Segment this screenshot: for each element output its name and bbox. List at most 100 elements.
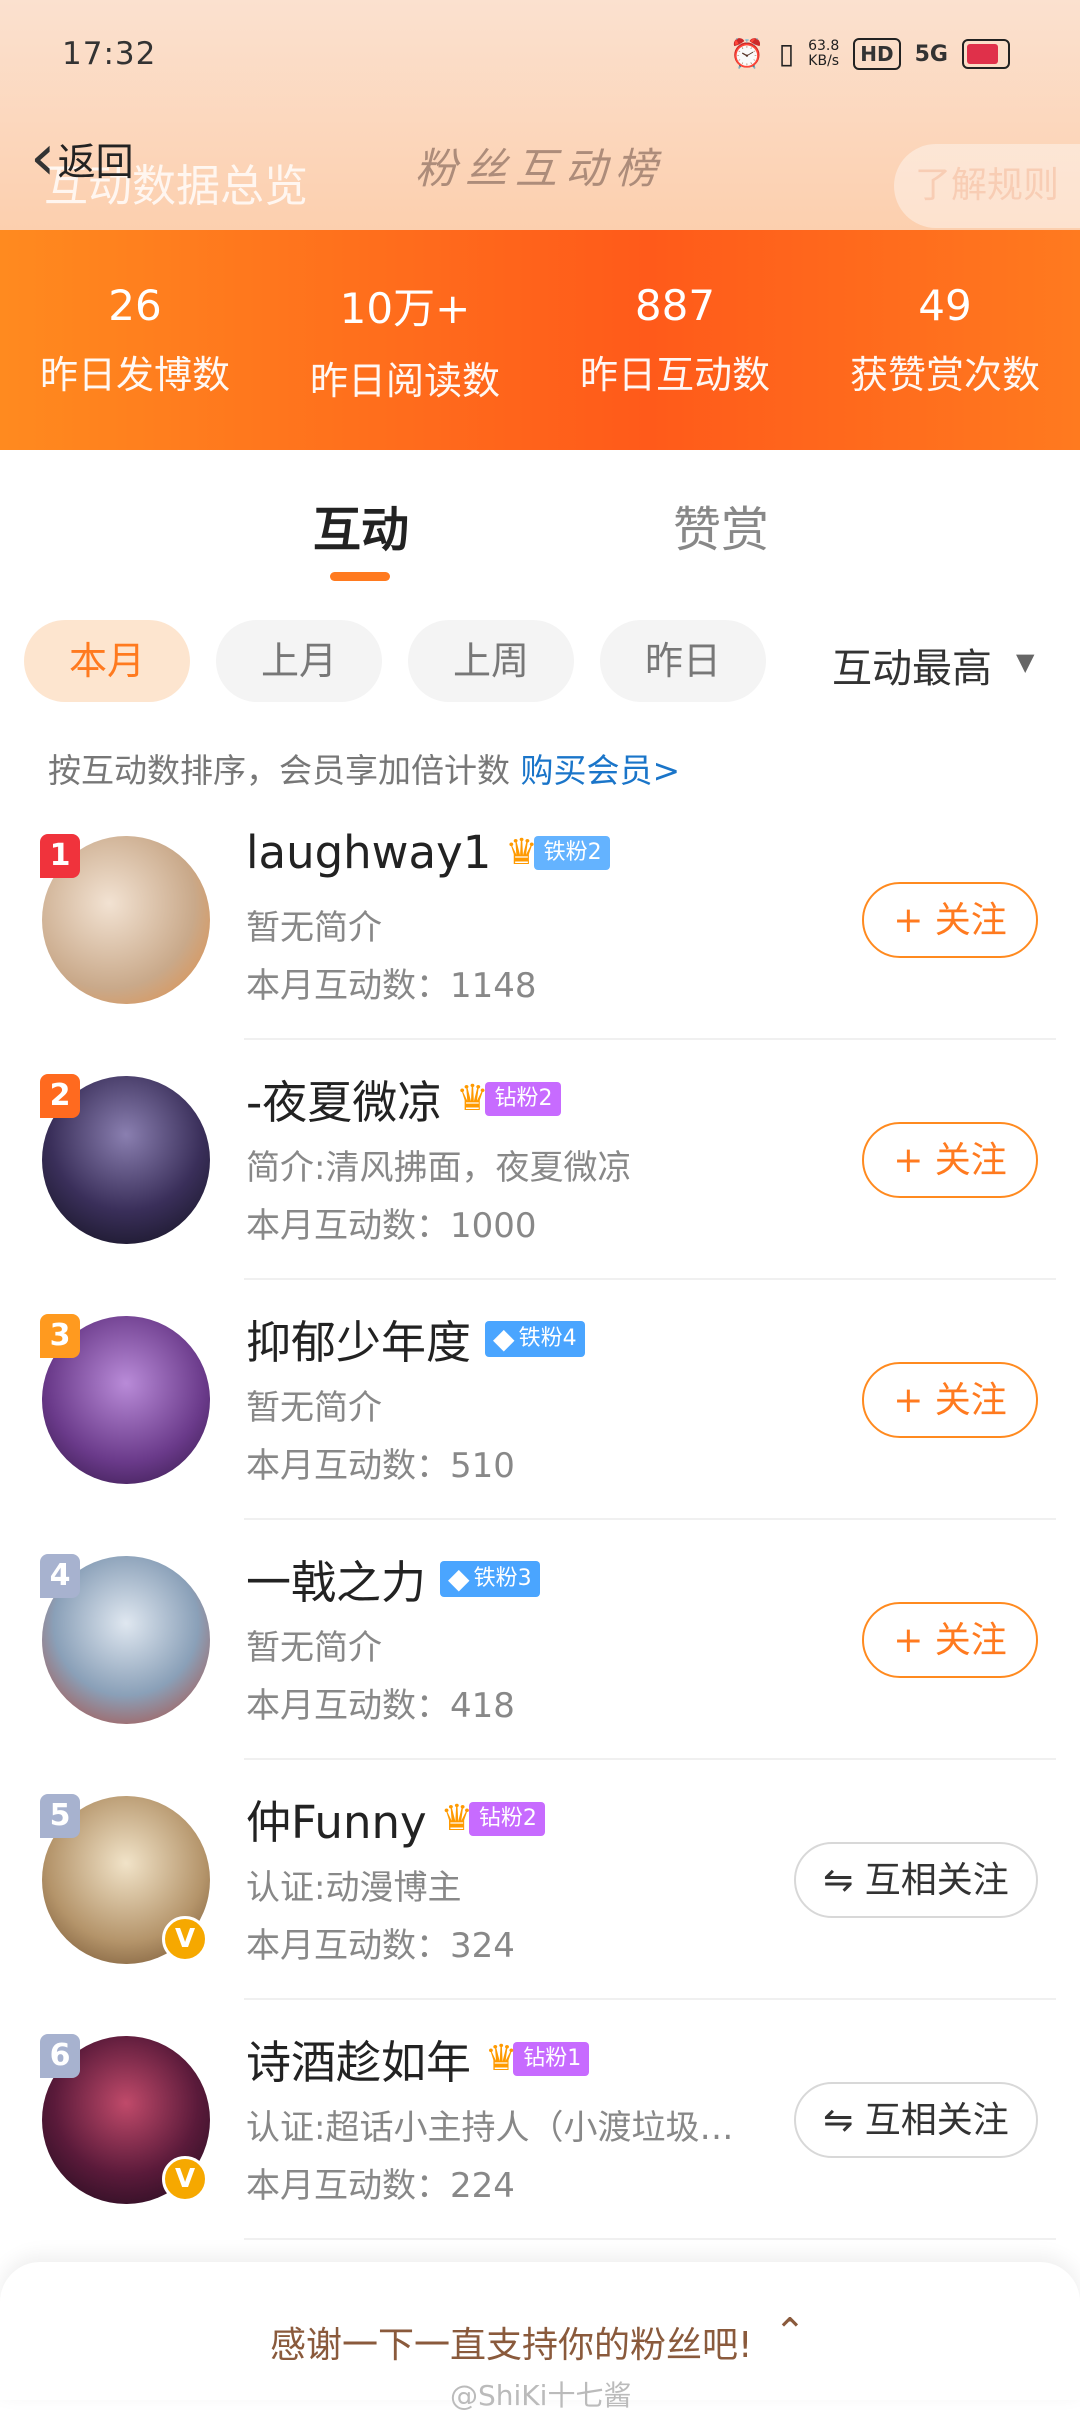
- fan-bio: 认证:动漫博主: [246, 1868, 462, 1908]
- stat-reads: 10万+ 昨日阅读数: [270, 230, 540, 450]
- stats-strip: 26 昨日发博数 10万+ 昨日阅读数 887 昨日互动数 49 获赞赏次数: [0, 230, 1080, 450]
- filter-this-month[interactable]: 本月: [24, 620, 190, 702]
- rank-badge: 6: [40, 2034, 80, 2078]
- fan-bio: 暂无简介: [246, 1388, 382, 1428]
- tab-indicator: [330, 572, 390, 581]
- mutual-follow-button[interactable]: ⇋ 互相关注: [794, 2082, 1038, 2158]
- fan-level-badge: ◆ 铁粉4: [485, 1320, 585, 1357]
- stat-value: 26: [108, 281, 162, 330]
- name-line: 一戟之力 ◆ 铁粉3: [246, 1546, 540, 1611]
- interaction-count: 本月互动数：224: [246, 2166, 515, 2206]
- follow-button[interactable]: + 关注: [862, 1122, 1038, 1198]
- fan-row[interactable]: 4 一戟之力 ◆ 铁粉3 暂无简介本月互动数：418 + 关注: [0, 1520, 1080, 1760]
- name-line: -夜夏微凉 ♛ 钻粉2: [246, 1066, 561, 1131]
- stat-label: 昨日发博数: [39, 353, 230, 397]
- interaction-count: 本月互动数：324: [246, 1926, 515, 1966]
- status-bar: 17:32 ⏰ ▯ 63.8 KB/s HD 5G: [0, 0, 1080, 110]
- name-line: laughway1 ♛ 铁粉2: [246, 826, 610, 879]
- stat-value: 49: [918, 281, 972, 330]
- chevron-left-icon: ‹: [30, 121, 56, 195]
- interaction-count: 本月互动数：510: [246, 1446, 515, 1486]
- stat-posts: 26 昨日发博数: [0, 230, 270, 450]
- follow-button[interactable]: + 关注: [862, 1602, 1038, 1678]
- chevron-up-icon[interactable]: ⌃: [774, 2310, 806, 2354]
- filter-last-month[interactable]: 上月: [216, 620, 382, 702]
- stat-label: 昨日互动数: [579, 353, 770, 397]
- badge-label: 铁粉2: [533, 835, 610, 870]
- sort-dropdown[interactable]: 互动最高: [832, 636, 992, 694]
- back-button[interactable]: ‹ 返回: [30, 121, 134, 195]
- caret-down-icon[interactable]: ▼: [1016, 648, 1034, 676]
- badge-label: 钻粉2: [468, 1801, 545, 1836]
- fan-name[interactable]: 仲Funny: [246, 1786, 427, 1851]
- buy-vip-link[interactable]: 购买会员>: [521, 751, 681, 790]
- tab-reward[interactable]: 赞赏: [673, 490, 769, 560]
- image-watermark: @ShiKi十七酱: [450, 2379, 632, 2412]
- fan-row[interactable]: 5 V 仲Funny ♛ 钻粉2 认证:动漫博主 本月互动数：324 ⇋ 互相关注: [0, 1760, 1080, 2000]
- fan-name[interactable]: -夜夏微凉: [246, 1066, 442, 1131]
- diamond-icon: ◆: [493, 1322, 515, 1355]
- fan-name[interactable]: 诗酒趁如年: [246, 2026, 471, 2091]
- fan-bio: 简介:清风拂面，夜夏微凉: [246, 1148, 632, 1188]
- name-line: 诗酒趁如年 ♛ 钻粉1: [246, 2026, 590, 2091]
- sort-tip: 按互动数排序，会员享加倍计数 购买会员>: [48, 744, 680, 792]
- follow-button[interactable]: + 关注: [862, 1362, 1038, 1438]
- rank-badge: 4: [40, 1554, 80, 1598]
- fan-row[interactable]: 1 laughway1 ♛ 铁粉2 暂无简介本月互动数：1148 + 关注: [0, 800, 1080, 1040]
- name-line: 仲Funny ♛ 钻粉2: [246, 1786, 545, 1851]
- name-line: 抑郁少年度 ◆ 铁粉4: [246, 1306, 585, 1371]
- thanks-prompt[interactable]: 感谢一下一直支持你的粉丝吧!: [270, 2316, 752, 2368]
- status-time: 17:32: [62, 36, 157, 72]
- follow-button[interactable]: + 关注: [862, 882, 1038, 958]
- fan-level-badge: ◆ 铁粉3: [440, 1560, 540, 1597]
- filter-last-week[interactable]: 上周: [408, 620, 574, 702]
- interaction-count: 本月互动数：1148: [246, 966, 537, 1006]
- header-area: 17:32 ⏰ ▯ 63.8 KB/s HD 5G 互动数据总览 粉丝互动榜 ‹ …: [0, 0, 1080, 230]
- fan-name[interactable]: 抑郁少年度: [246, 1306, 471, 1371]
- fan-bio: 暂无简介: [246, 908, 382, 948]
- filter-yesterday[interactable]: 昨日: [600, 620, 766, 702]
- battery-icon: [962, 39, 1010, 69]
- fan-row[interactable]: 2 -夜夏微凉 ♛ 钻粉2 简介:清风拂面，夜夏微凉 本月互动数：1000 + 关注: [0, 1040, 1080, 1280]
- fan-level-badge: ♛ 铁粉2: [505, 832, 610, 873]
- crown-icon: ♛: [505, 832, 538, 873]
- fan-bio: 暂无简介: [246, 1628, 382, 1668]
- crown-icon: ♛: [440, 1798, 473, 1839]
- net-speed: 63.8 KB/s: [808, 38, 840, 69]
- rank-badge: 1: [40, 834, 80, 878]
- fan-name[interactable]: laughway1: [246, 826, 491, 879]
- badge-label: 钻粉2: [484, 1081, 561, 1116]
- fan-bio: 认证:超话小主持人（小渡垃圾…: [246, 2108, 734, 2148]
- fan-level-badge: ♛ 钻粉2: [456, 1078, 561, 1119]
- row-divider: [244, 2238, 1056, 2240]
- rules-button[interactable]: 了解规则: [894, 144, 1080, 228]
- bottom-bar[interactable]: 感谢一下一直支持你的粉丝吧! ⌃ @ShiKi十七酱: [0, 2262, 1080, 2412]
- alarm-icon: ⏰: [729, 37, 765, 70]
- badge-label: 铁粉3: [473, 1565, 532, 1591]
- badge-label: 钻粉1: [513, 2041, 590, 2076]
- tab-interaction[interactable]: 互动: [313, 490, 409, 560]
- rank-badge: 5: [40, 1794, 80, 1838]
- crown-icon: ♛: [485, 2038, 518, 2079]
- vibrate-icon: ▯: [778, 37, 795, 70]
- stat-rewards: 49 获赞赏次数: [810, 230, 1080, 450]
- interaction-count: 本月互动数：418: [246, 1686, 515, 1726]
- signal-5g-icon: 5G: [914, 41, 948, 67]
- diamond-icon: ◆: [448, 1562, 470, 1595]
- crown-icon: ♛: [456, 1078, 489, 1119]
- stat-interactions: 887 昨日互动数: [540, 230, 810, 450]
- fan-row[interactable]: 3 抑郁少年度 ◆ 铁粉4 暂无简介 本月互动数：510 + 关注: [0, 1280, 1080, 1520]
- stat-label: 获赞赏次数: [849, 353, 1040, 397]
- tip-text: 按互动数排序，会员享加倍计数: [48, 751, 521, 790]
- interaction-count: 本月互动数：1000: [246, 1206, 537, 1246]
- verified-icon: V: [162, 2156, 208, 2202]
- badge-label: 铁粉4: [518, 1325, 577, 1351]
- back-label: 返回: [57, 139, 134, 184]
- stat-value: 10万+: [339, 284, 471, 333]
- fan-row[interactable]: 6 V 诗酒趁如年 ♛ 钻粉1 认证:超话小主持人（小渡垃圾… 本月互动数：224 ⇋ 互相关…: [0, 2000, 1080, 2240]
- stat-value: 887: [634, 281, 716, 330]
- fan-name[interactable]: 一戟之力: [246, 1546, 426, 1611]
- rank-badge: 2: [40, 1074, 80, 1118]
- fan-level-badge: ♛ 钻粉2: [440, 1798, 545, 1839]
- mutual-follow-button[interactable]: ⇋ 互相关注: [794, 1842, 1038, 1918]
